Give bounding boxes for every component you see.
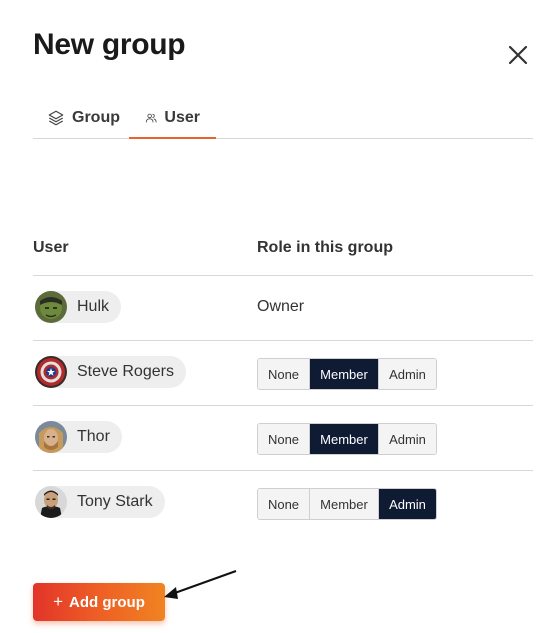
tab-user-label: User xyxy=(164,109,200,126)
user-name: Thor xyxy=(77,428,110,445)
user-chip[interactable]: Tony Stark xyxy=(35,486,165,518)
layers-icon xyxy=(48,110,64,126)
user-name: Steve Rogers xyxy=(77,363,174,380)
role-option-member[interactable]: Member xyxy=(310,359,379,389)
role-option-admin[interactable]: Admin xyxy=(379,424,436,454)
user-name: Tony Stark xyxy=(77,493,153,510)
avatar xyxy=(35,291,67,323)
members-table: User Role in this group Hulk Owner Steve… xyxy=(33,222,533,535)
role-option-member[interactable]: Member xyxy=(310,489,379,519)
avatar xyxy=(35,486,67,518)
role-option-admin[interactable]: Admin xyxy=(379,489,436,519)
role-selector: None Member Admin xyxy=(257,358,437,390)
avatar xyxy=(35,421,67,453)
user-chip[interactable]: Thor xyxy=(35,421,122,453)
tab-bar: Group User xyxy=(33,98,533,139)
column-header-user: User xyxy=(33,239,69,256)
user-name: Hulk xyxy=(77,298,110,315)
role-owner: Owner xyxy=(257,298,305,315)
role-selector: None Member Admin xyxy=(257,488,437,520)
tab-user[interactable]: User xyxy=(129,98,216,139)
add-group-button[interactable]: + Add group xyxy=(33,583,165,621)
role-option-none[interactable]: None xyxy=(258,424,310,454)
user-chip[interactable]: Steve Rogers xyxy=(35,356,186,388)
table-row: Hulk Owner xyxy=(33,276,533,341)
table-header: User Role in this group xyxy=(33,222,533,276)
plus-icon: + xyxy=(53,592,64,611)
table-row: Steve Rogers None Member Admin xyxy=(33,341,533,406)
add-group-label: Add group xyxy=(69,593,145,611)
table-row: Thor None Member Admin xyxy=(33,406,533,471)
role-option-none[interactable]: None xyxy=(258,489,310,519)
close-icon[interactable] xyxy=(506,43,530,67)
users-icon xyxy=(145,113,157,123)
role-option-none[interactable]: None xyxy=(258,359,310,389)
dialog-title: New group xyxy=(33,28,186,61)
table-row: Tony Stark None Member Admin xyxy=(33,471,533,535)
tab-group-label: Group xyxy=(72,109,120,126)
tab-group[interactable]: Group xyxy=(47,98,120,138)
user-chip[interactable]: Hulk xyxy=(35,291,122,323)
role-option-admin[interactable]: Admin xyxy=(379,359,436,389)
role-option-member[interactable]: Member xyxy=(310,424,379,454)
column-header-role: Role in this group xyxy=(257,239,393,256)
role-selector: None Member Admin xyxy=(257,423,437,455)
avatar xyxy=(35,356,67,388)
